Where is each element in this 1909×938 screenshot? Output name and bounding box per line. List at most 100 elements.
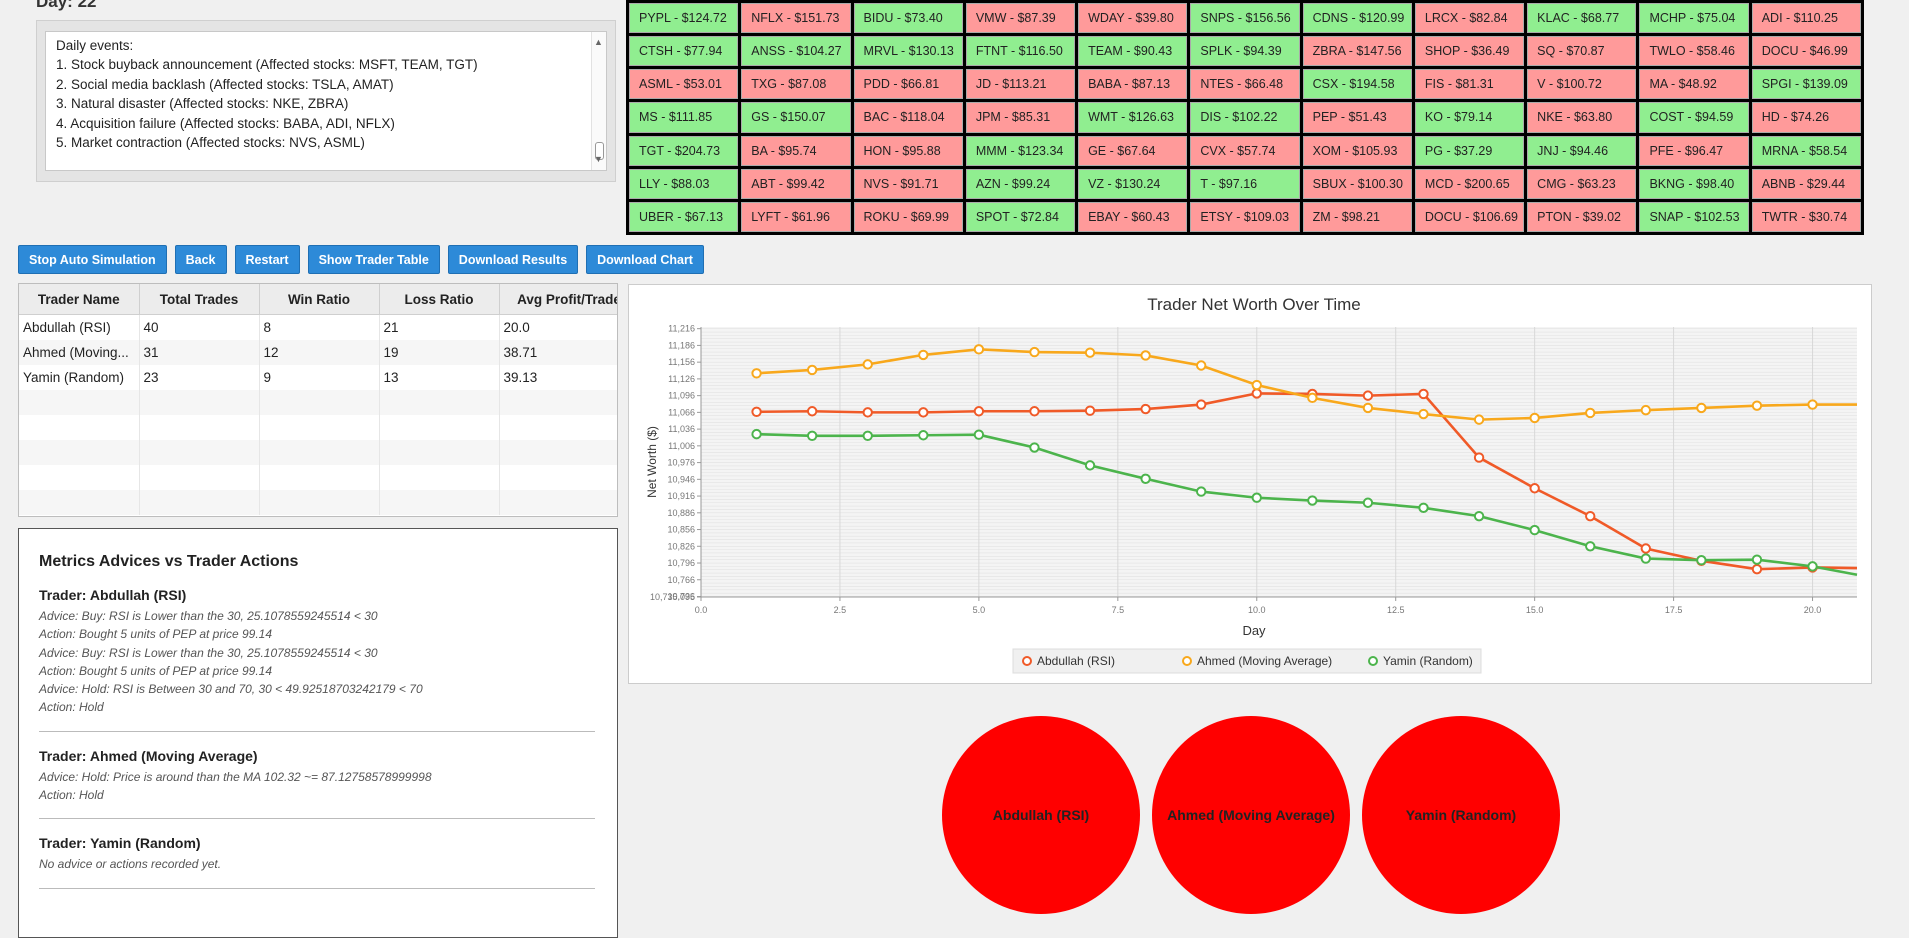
events-title: Daily events:	[56, 38, 134, 53]
action-line: Action: Bought 5 units of PEP at price 9…	[39, 663, 273, 678]
column-header[interactable]: Loss Ratio	[379, 284, 500, 315]
table-row[interactable]: Yamin (Random) 23 9 13 39.13	[19, 365, 617, 390]
y-tick-label: 11,186	[668, 340, 695, 350]
stock-cell: PTON - $39.02	[1527, 201, 1637, 232]
data-point	[1529, 524, 1540, 536]
action-line: Action: Hold	[39, 788, 104, 803]
data-point	[918, 430, 929, 441]
column-header[interactable]: Avg Profit/Trade	[499, 284, 617, 315]
trader-circle[interactable]: Abdullah (RSI)	[942, 716, 1140, 914]
stock-cell: BABA - $87.13	[1078, 69, 1188, 100]
scroll-up-icon[interactable]: ▲	[594, 33, 603, 52]
back-button[interactable]: Back	[174, 245, 227, 274]
event-item: 2. Social media backlash (Affected stock…	[56, 76, 394, 92]
stock-cell: NVS - $91.71	[853, 168, 963, 199]
no-advice-line: No advice or actions recorded yet.	[39, 857, 222, 872]
legend-label: Yamin (Random)	[1383, 654, 1473, 668]
data-point	[1640, 553, 1652, 564]
table-cell: 39.13	[499, 365, 617, 390]
data-point	[973, 406, 985, 417]
table-cell: 19	[379, 340, 500, 365]
stock-cell: MCD - $200.65	[1414, 168, 1525, 199]
stock-cell: MRVL - $130.13	[853, 36, 963, 67]
stock-cell: SBUX - $100.30	[1302, 168, 1412, 199]
stock-cell: TXG - $87.08	[741, 69, 851, 100]
table-cell: 8	[259, 314, 380, 340]
restart-button[interactable]: Restart	[234, 245, 300, 274]
download-results-button[interactable]: Download Results	[447, 245, 579, 274]
events-textarea[interactable]: Daily events: 1. Stock buyback announcem…	[45, 31, 607, 171]
trader-heading: Trader: Yamin (Random)	[39, 835, 201, 852]
stock-cell: EBAY - $60.43	[1078, 201, 1188, 232]
x-tick-label: 5.0	[973, 605, 986, 615]
data-point	[1418, 388, 1429, 400]
data-point	[1585, 541, 1596, 552]
data-point	[751, 406, 762, 418]
trader-advice-block: Trader: Abdullah (RSI) Advice: Buy: RSI …	[39, 587, 597, 717]
trader-circle[interactable]: Yamin (Random)	[1362, 716, 1560, 914]
data-point	[1751, 400, 1763, 411]
stock-cell: TGT - $204.73	[629, 135, 739, 166]
x-tick-label: 15.0	[1526, 605, 1544, 615]
stock-cell: ETSY - $109.03	[1190, 201, 1300, 232]
download-chart-button[interactable]: Download Chart	[586, 245, 704, 274]
y-tick-label: 11,036	[668, 424, 695, 434]
data-point	[1751, 563, 1763, 575]
stock-cell: SNAP - $102.53	[1639, 201, 1749, 232]
table-cell: Abdullah (RSI)	[19, 314, 140, 340]
stock-cell: KLAC - $68.77	[1527, 3, 1637, 34]
stock-cell: SNPS - $156.56	[1190, 3, 1300, 34]
stock-cell: KO - $79.14	[1414, 102, 1525, 133]
stock-cell: LRCX - $82.84	[1414, 3, 1525, 34]
stop-auto-simulation-button[interactable]: Stop Auto Simulation	[18, 245, 167, 274]
column-header[interactable]: Trader Name	[19, 284, 140, 315]
stock-cell: HD - $74.26	[1751, 102, 1861, 133]
x-tick-label: 17.5	[1665, 605, 1683, 615]
data-point	[1362, 497, 1374, 508]
x-tick-label: 10.0	[1248, 605, 1266, 615]
stock-cell: CDNS - $120.99	[1302, 3, 1412, 34]
y-tick-label: 10,766	[667, 575, 695, 585]
data-point	[1029, 442, 1040, 453]
data-point	[1251, 388, 1262, 399]
table-cell: Ahmed (Moving...	[19, 340, 140, 365]
event-item: 4. Acquisition failure (Affected stocks:…	[56, 115, 395, 131]
divider	[39, 818, 595, 820]
x-axis-label: Day	[1242, 623, 1266, 638]
y-tick-label: 10,856	[667, 525, 695, 535]
data-point	[1195, 486, 1207, 497]
stock-cell: CVX - $57.74	[1190, 135, 1300, 166]
x-tick-label: 12.5	[1387, 605, 1405, 615]
stock-cell: BIDU - $73.40	[853, 3, 963, 34]
legend-marker	[1368, 656, 1378, 666]
stock-cell: MRNA - $58.54	[1751, 135, 1861, 166]
stock-cell: PEP - $51.43	[1302, 102, 1412, 133]
data-point	[1473, 414, 1485, 425]
metrics-title: Metrics Advices vs Trader Actions	[39, 553, 299, 570]
data-point	[806, 430, 818, 442]
data-point	[1251, 492, 1262, 503]
trader-circle[interactable]: Ahmed (Moving Average)	[1152, 716, 1350, 914]
events-scrollbar[interactable]: ▲ ▼	[591, 32, 606, 170]
scroll-down-icon[interactable]: ▼	[594, 150, 603, 169]
data-point	[1418, 502, 1429, 513]
show-trader-table-button[interactable]: Show Trader Table	[307, 245, 440, 274]
metrics-panel: Metrics Advices vs Trader Actions Trader…	[18, 528, 618, 938]
data-point	[1640, 543, 1652, 554]
trader-advice-block: Trader: Ahmed (Moving Average) Advice: H…	[39, 748, 597, 805]
data-point	[1029, 406, 1040, 417]
column-header[interactable]: Total Trades	[139, 284, 260, 315]
data-point	[1807, 399, 1818, 410]
table-row[interactable]: Ahmed (Moving... 31 12 19 38.71	[19, 340, 617, 365]
column-header[interactable]: Win Ratio	[259, 284, 380, 315]
x-tick-label: 7.5	[1112, 605, 1125, 615]
stock-cell: GE - $67.64	[1078, 135, 1188, 166]
stock-cell: NTES - $66.48	[1190, 69, 1300, 100]
table-row[interactable]: Abdullah (RSI) 40 8 21 20.0	[19, 314, 617, 340]
data-point	[1029, 346, 1040, 358]
stock-cell: VMW - $87.39	[965, 3, 1076, 34]
day-label: Day: 22	[36, 0, 97, 11]
data-point	[1807, 561, 1818, 572]
data-point	[918, 407, 929, 418]
table-cell: 13	[379, 365, 500, 390]
